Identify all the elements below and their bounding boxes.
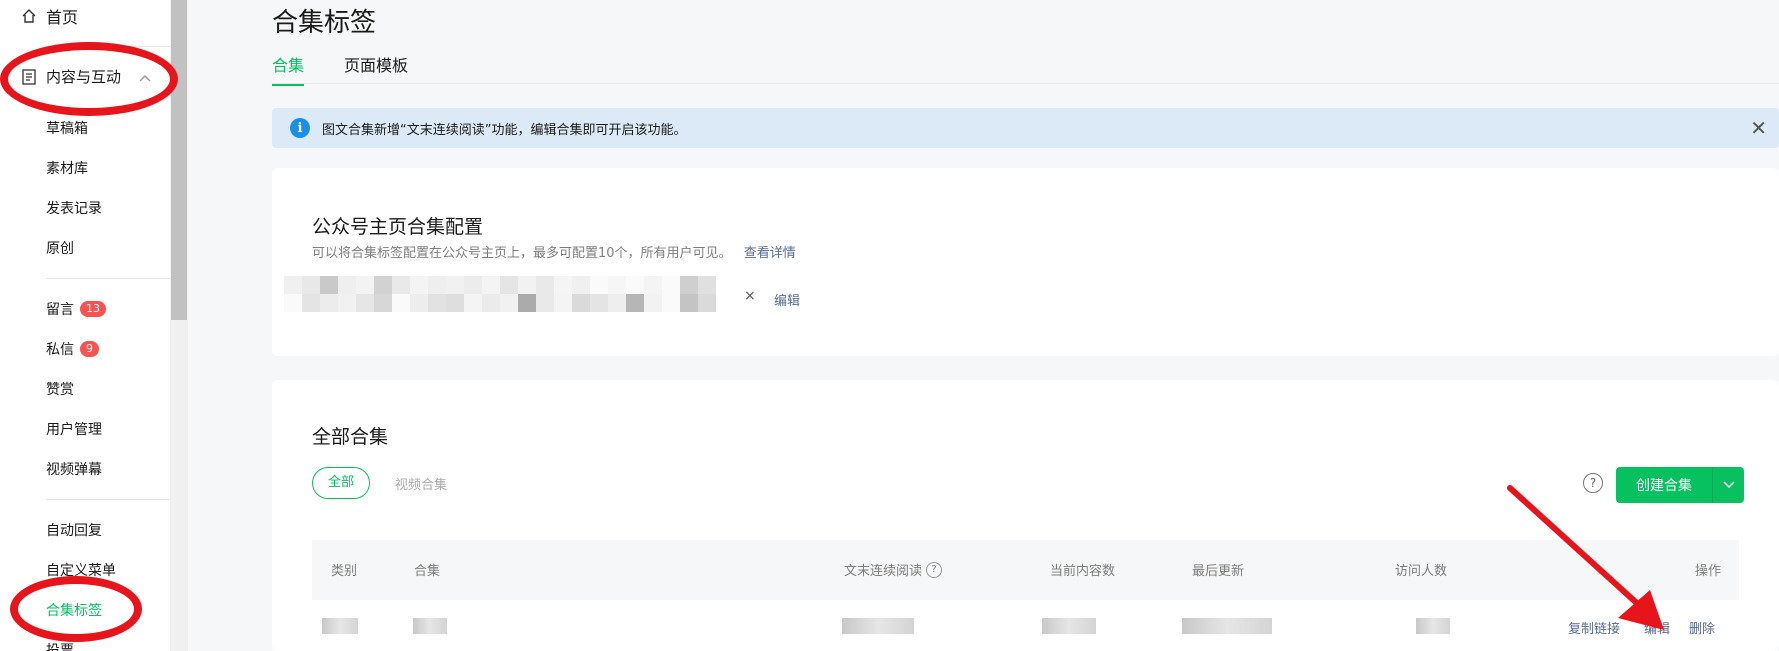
sidebar-item-publish-records[interactable]: 发表记录 <box>46 198 102 218</box>
col-actions: 操作 <box>1695 564 1722 579</box>
home-icon <box>20 7 38 25</box>
sidebar-item-label: 原创 <box>46 241 74 257</box>
sidebar-scrollbar-thumb[interactable] <box>171 0 187 320</box>
description-text: 可以将合集标签配置在公众号主页上，最多可配置10个，所有用户可见。 <box>312 246 732 261</box>
view-details-link[interactable]: 查看详情 <box>744 246 796 261</box>
annotation-circle <box>10 576 142 642</box>
sidebar-item-video-danmaku[interactable]: 视频弹幕 <box>46 459 102 479</box>
count-badge: 13 <box>80 301 106 317</box>
sidebar-item-label: 草稿箱 <box>46 121 88 137</box>
edit-collection-button[interactable]: 编辑 <box>1644 618 1670 637</box>
sidebar-item-label: 首页 <box>46 8 79 27</box>
notice-banner: i 图文合集新增“文末连续阅读”功能，编辑合集即可开启该功能。 ✕ <box>272 108 1779 148</box>
sidebar-item-label: 发表记录 <box>46 201 102 217</box>
divider <box>46 278 170 279</box>
help-icon[interactable]: ? <box>926 561 943 578</box>
tabs-underline <box>272 83 1779 84</box>
col-last-update: 最后更新 <box>1192 564 1245 579</box>
sidebar-item-label: 自动回复 <box>46 523 102 539</box>
info-icon: i <box>290 118 310 138</box>
all-collections-card: 全部合集 全部 视频合集 ? 创建合集 类别 合集 文末连续阅读 ? 当前内容数… <box>272 380 1779 651</box>
sidebar-item-rewards[interactable]: 赞赏 <box>46 379 74 399</box>
create-collection-label: 创建合集 <box>1636 478 1692 494</box>
tab-page-templates[interactable]: 页面模板 <box>344 52 408 86</box>
table-header: 类别 合集 文末连续阅读 ? 当前内容数 最后更新 访问人数 操作 <box>312 540 1739 600</box>
col-visitors: 访问人数 <box>1395 564 1448 579</box>
sidebar-item-drafts[interactable]: 草稿箱 <box>46 118 88 138</box>
count-badge: 9 <box>80 341 99 357</box>
sidebar-item-label: 留言 <box>46 302 74 318</box>
annotation-circle <box>0 42 178 116</box>
sidebar-item-label: 素材库 <box>46 161 88 177</box>
blurred-cell <box>1416 618 1450 634</box>
col-category: 类别 <box>331 564 358 579</box>
blurred-cell <box>1042 618 1096 634</box>
sidebar-item-comments[interactable]: 留言 13 <box>46 299 106 319</box>
section-title: 全部合集 <box>312 426 389 448</box>
edit-homepage-config-link[interactable]: 编辑 <box>774 290 800 309</box>
blurred-cell <box>842 618 914 634</box>
section-title: 公众号主页合集配置 <box>312 216 484 238</box>
sidebar-item-label: 视频弹幕 <box>46 462 102 478</box>
page-title: 合集标签 <box>272 8 377 38</box>
col-continuous-reading: 文末连续阅读 ? <box>844 560 943 579</box>
sidebar-item-label: 私信 <box>46 342 74 358</box>
divider <box>46 499 170 500</box>
filter-group: 全部 视频合集 <box>312 467 447 499</box>
sidebar-item-user-management[interactable]: 用户管理 <box>46 419 102 439</box>
col-content-count: 当前内容数 <box>1050 564 1116 579</box>
copy-link-button[interactable]: 复制链接 <box>1568 618 1620 637</box>
blurred-cell <box>1182 618 1272 634</box>
sidebar-item-messages[interactable]: 私信 9 <box>46 339 99 359</box>
close-icon[interactable]: ✕ <box>1750 116 1767 140</box>
filter-video-collections[interactable]: 视频合集 <box>395 474 447 493</box>
sidebar-item-materials[interactable]: 素材库 <box>46 158 88 178</box>
col-label: 文末连续阅读 <box>844 564 923 579</box>
homepage-config-card: 公众号主页合集配置 可以将合集标签配置在公众号主页上，最多可配置10个，所有用户… <box>272 168 1779 356</box>
filter-all[interactable]: 全部 <box>312 467 371 499</box>
tab-bar: 合集 页面模板 <box>272 52 448 86</box>
blurred-cell <box>413 618 447 634</box>
tab-collections[interactable]: 合集 <box>272 52 305 86</box>
blurred-cell <box>322 618 358 634</box>
sidebar-item-auto-reply[interactable]: 自动回复 <box>46 520 102 540</box>
col-collection: 合集 <box>414 564 441 579</box>
notice-text: 图文合集新增“文末连续阅读”功能，编辑合集即可开启该功能。 <box>322 122 687 138</box>
sidebar-item-label: 赞赏 <box>46 382 74 398</box>
blurred-tag-list <box>284 276 734 312</box>
remove-tag-icon[interactable]: × <box>744 288 756 304</box>
table-row: 复制链接 编辑 删除 <box>312 610 1739 650</box>
sidebar-item-original[interactable]: 原创 <box>46 238 74 258</box>
chevron-down-icon[interactable] <box>1713 478 1744 492</box>
help-icon[interactable]: ? <box>1583 473 1603 493</box>
sidebar-item-home[interactable]: 首页 <box>20 4 78 28</box>
create-collection-button[interactable]: 创建合集 <box>1616 467 1744 503</box>
sidebar-item-label: 用户管理 <box>46 422 102 438</box>
section-description: 可以将合集标签配置在公众号主页上，最多可配置10个，所有用户可见。 查看详情 <box>312 242 796 261</box>
delete-collection-button[interactable]: 删除 <box>1689 618 1715 637</box>
